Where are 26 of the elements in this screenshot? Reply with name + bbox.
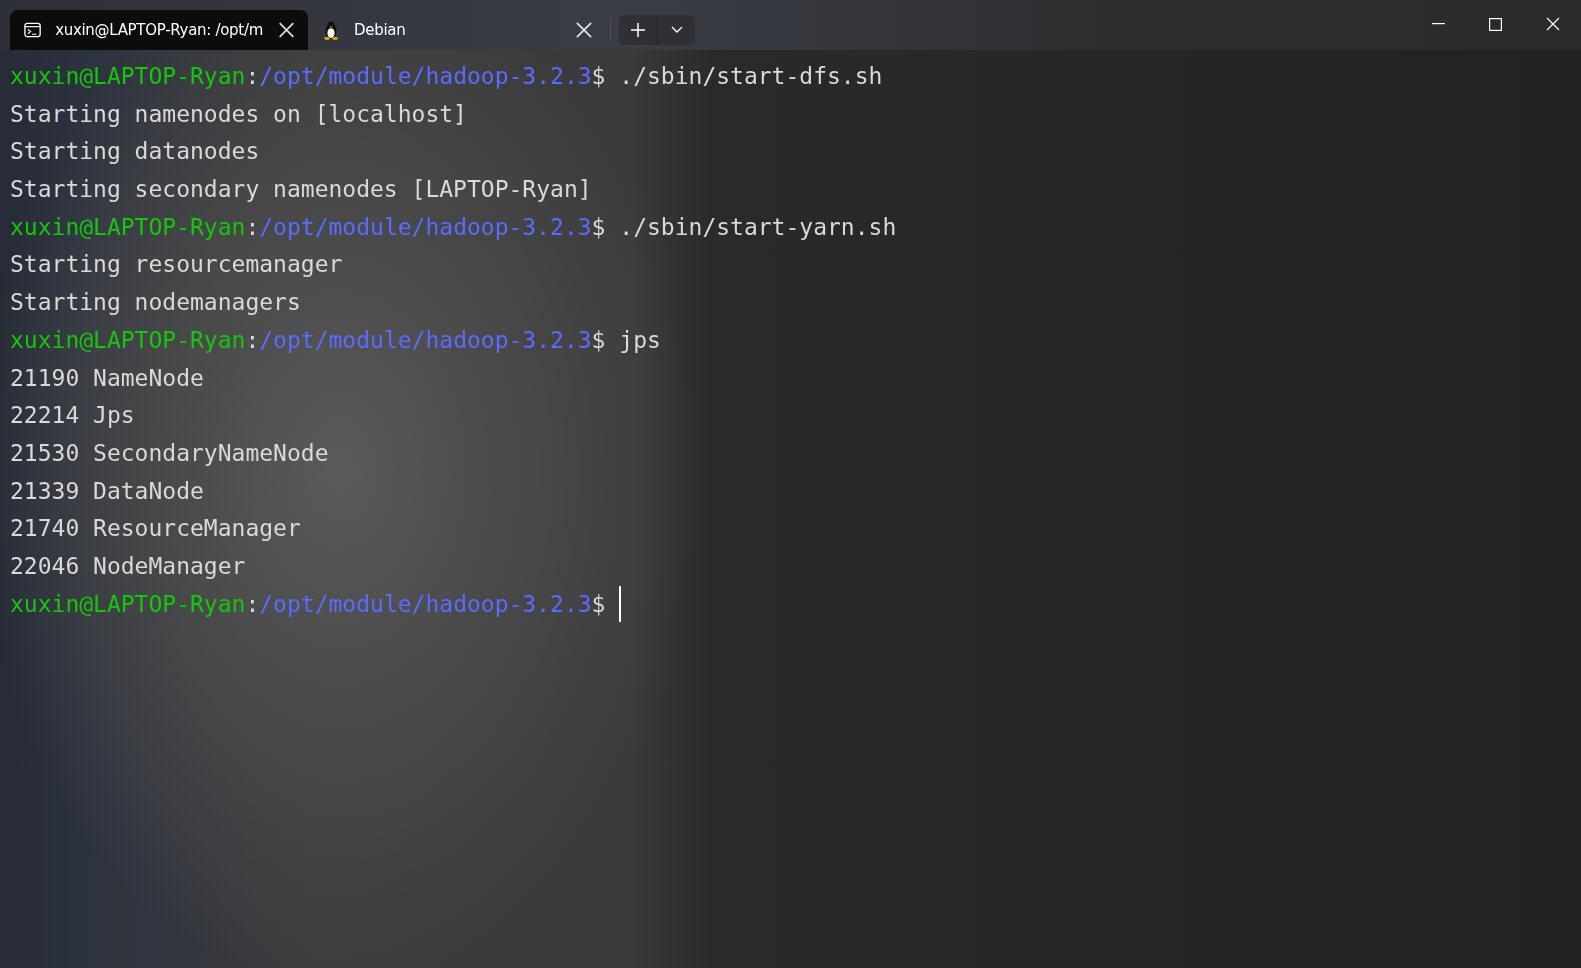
close-icon[interactable] (574, 20, 594, 40)
prompt-line: xuxin@LAPTOP-Ryan:/opt/module/hadoop-3.2.3$ ./sbin/start-dfs.sh (10, 62, 883, 91)
console-icon (24, 22, 42, 38)
close-icon (1545, 17, 1560, 31)
output-line: 21530 SecondaryNameNode (10, 438, 329, 468)
output-line: 21190 NameNode (10, 363, 204, 393)
terminal-tab[interactable]: xuxin@LAPTOP-Ryan: /opt/m (10, 10, 308, 50)
output-line: Starting namenodes on [localhost] (10, 99, 467, 129)
output-line: Starting resourcemanager (10, 250, 343, 280)
output-line: Starting datanodes (10, 137, 260, 167)
prompt-line: xuxin@LAPTOP-Ryan:/opt/module/hadoop-3.2.3$ ./sbin/start-yarn.sh (10, 212, 897, 242)
prompt-line: xuxin@LAPTOP-Ryan:/opt/module/hadoop-3.2.3$ jps (10, 325, 661, 355)
prompt-line: xuxin@LAPTOP-Ryan:/opt/module/hadoop-3.2.3$ (10, 589, 606, 619)
terminal-tab[interactable]: Debian (308, 10, 606, 50)
output-line: 22214 Jps (10, 401, 135, 431)
output-line: Starting nodemanagers (10, 288, 301, 318)
chevron-down-icon (670, 26, 683, 34)
output-line: 21740 ResourceManager (10, 514, 301, 544)
close-icon[interactable] (276, 20, 296, 40)
plus-icon (631, 23, 645, 37)
maximize-icon (1489, 17, 1502, 31)
output-line: Starting secondary namenodes [LAPTOP-Ryan] (10, 175, 592, 205)
minimize-icon (1432, 23, 1445, 25)
output-line: 21339 DataNode (10, 476, 204, 506)
penguin-icon (322, 20, 340, 40)
output-line: 22046 NodeManager (10, 551, 246, 581)
